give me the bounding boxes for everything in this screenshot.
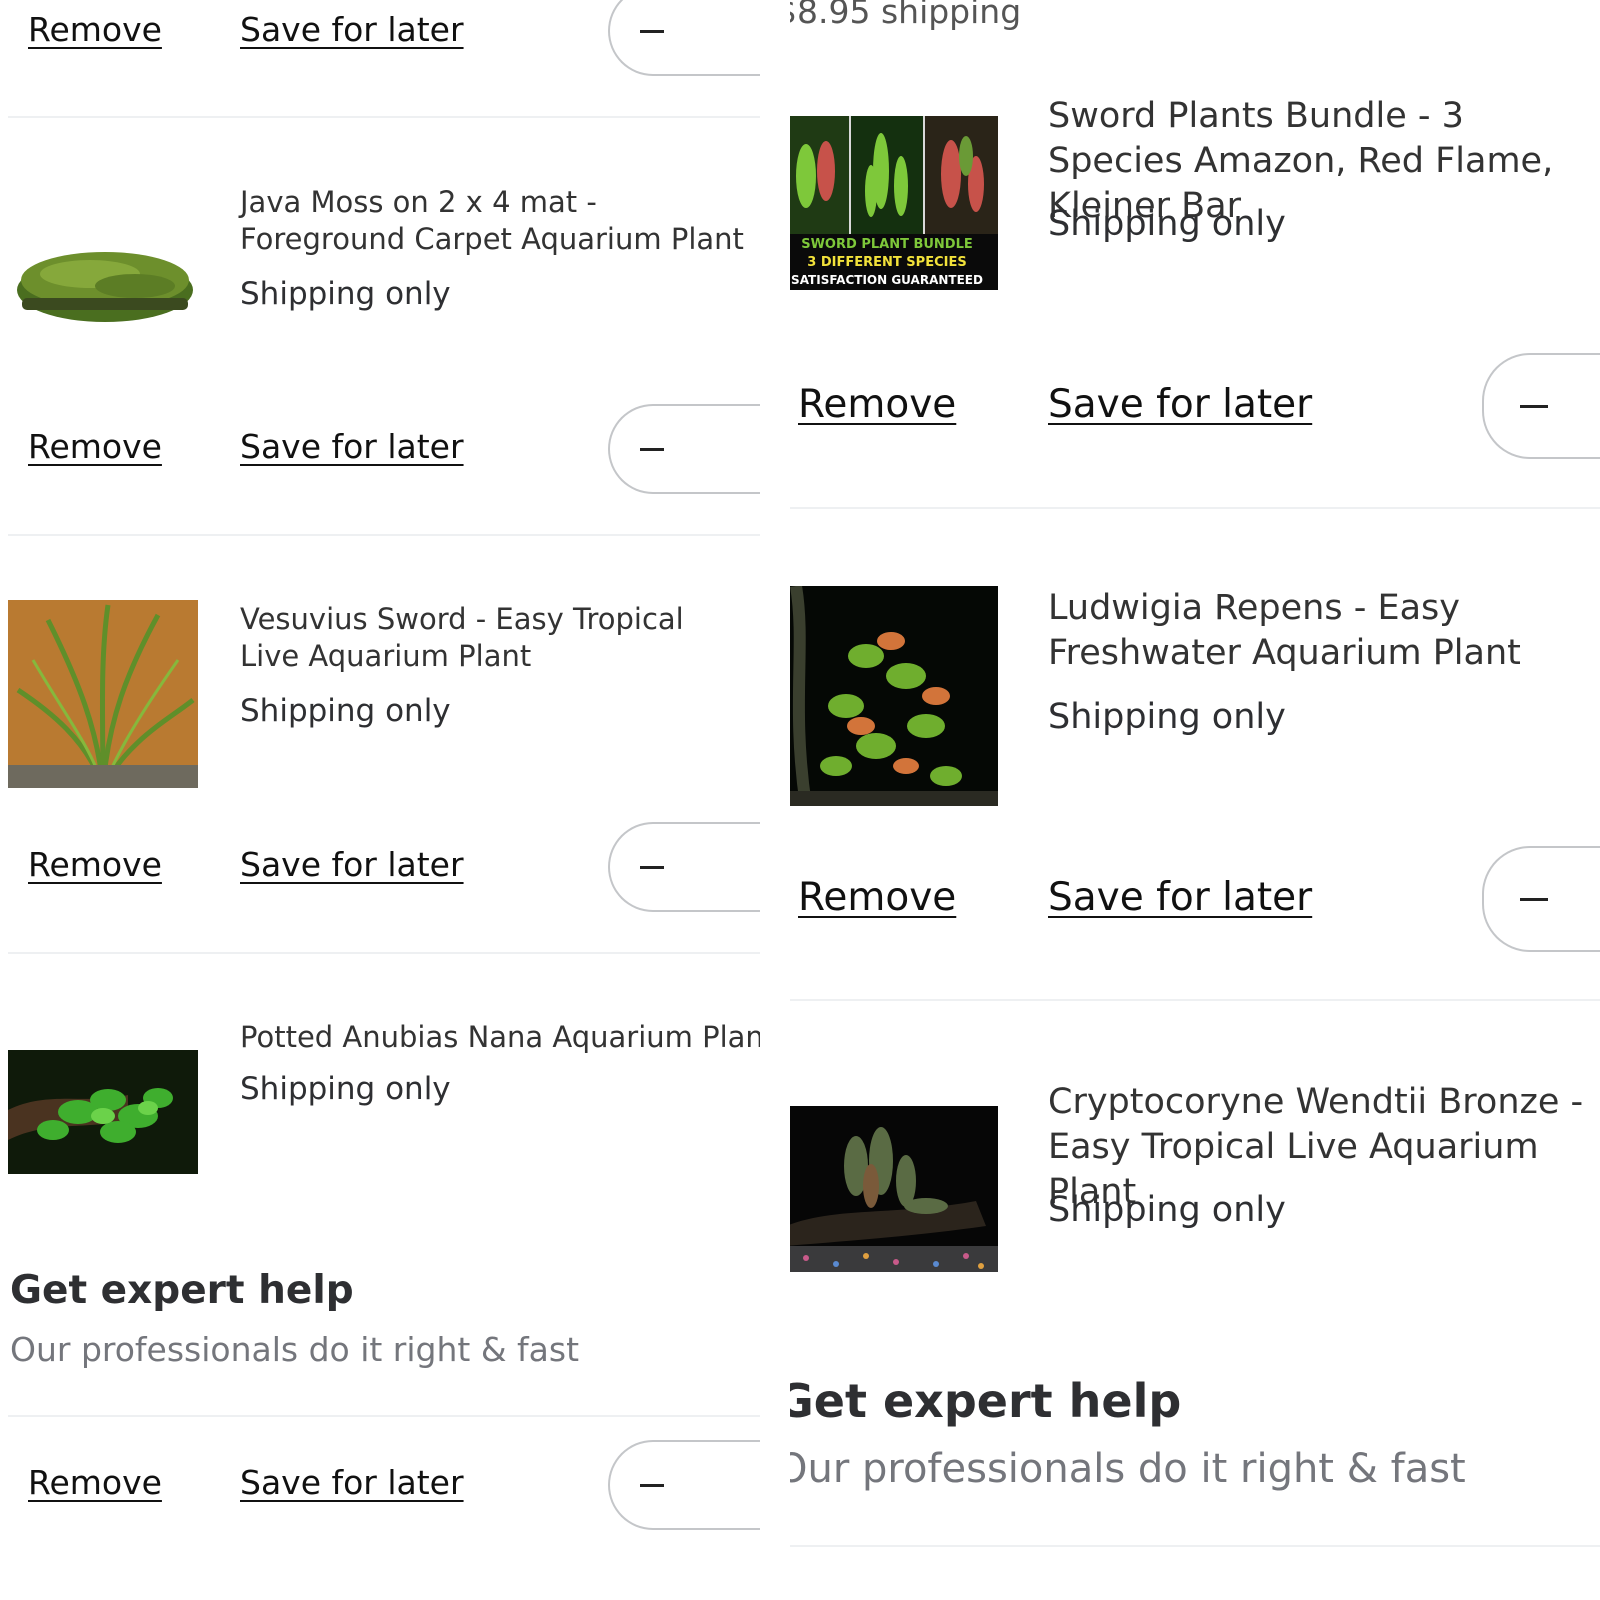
quantity-stepper[interactable]: [608, 822, 760, 912]
shipping-label: Shipping only: [240, 1071, 451, 1107]
cart-panel-left: Remove Save for later Java Moss on 2 x 4…: [0, 0, 760, 1537]
expert-help-heading: Get expert help: [790, 1374, 1182, 1428]
shipping-label: Shipping only: [240, 276, 451, 312]
save-for-later-link[interactable]: Save for later: [1048, 382, 1312, 427]
quantity-stepper[interactable]: [1482, 353, 1600, 459]
minus-icon[interactable]: [640, 1484, 664, 1487]
product-title[interactable]: Potted Anubias Nana Aquarium Plant: [240, 1019, 760, 1056]
shipping-fee: $8.95 shipping: [790, 0, 1022, 31]
divider: [790, 999, 1600, 1001]
save-for-later-link[interactable]: Save for later: [1048, 875, 1312, 920]
expert-help-heading: Get expert help: [10, 1268, 354, 1313]
quantity-stepper[interactable]: [608, 1440, 760, 1530]
image-caption: 3 DIFFERENT SPECIES: [807, 255, 966, 270]
shipping-label: Shipping only: [240, 693, 451, 729]
product-image-ludwigia-repens[interactable]: [790, 586, 998, 806]
image-caption: SATISFACTION GUARANTEED: [791, 273, 983, 287]
minus-icon[interactable]: [1520, 898, 1548, 901]
minus-icon[interactable]: [640, 30, 664, 33]
divider: [8, 952, 760, 954]
shipping-label: Shipping only: [1048, 697, 1286, 737]
divider: [790, 1545, 1600, 1547]
save-for-later-link[interactable]: Save for later: [240, 1463, 464, 1502]
divider: [790, 507, 1600, 509]
expert-help-subtitle: Our professionals do it right & fast: [10, 1330, 580, 1369]
product-image-vesuvius-sword[interactable]: [8, 600, 198, 788]
cart-panel-right: $8.95 shipping SWORD PLANT BUNDLE 3 DIFF…: [790, 0, 1600, 1600]
product-image-sword-bundle[interactable]: SWORD PLANT BUNDLE 3 DIFFERENT SPECIES S…: [790, 116, 998, 290]
divider: [8, 1415, 760, 1417]
remove-link[interactable]: Remove: [28, 1463, 162, 1502]
remove-link[interactable]: Remove: [28, 10, 162, 49]
quantity-stepper[interactable]: [608, 404, 760, 494]
save-for-later-link[interactable]: Save for later: [240, 10, 464, 49]
expert-help-subtitle: Our professionals do it right & fast: [790, 1446, 1466, 1492]
product-title[interactable]: Java Moss on 2 x 4 mat - Foreground Carp…: [240, 184, 750, 258]
remove-link[interactable]: Remove: [28, 427, 162, 466]
shipping-label: Shipping only: [1048, 204, 1286, 244]
quantity-stepper[interactable]: [1482, 846, 1600, 952]
save-for-later-link[interactable]: Save for later: [240, 845, 464, 884]
quantity-stepper[interactable]: [608, 0, 760, 76]
remove-link[interactable]: Remove: [28, 845, 162, 884]
remove-link[interactable]: Remove: [798, 382, 956, 427]
panel-gutter: [760, 0, 790, 1600]
divider: [8, 116, 760, 118]
product-image-anubias-nana[interactable]: [8, 1050, 198, 1174]
minus-icon[interactable]: [640, 866, 664, 869]
remove-link[interactable]: Remove: [798, 875, 956, 920]
save-for-later-link[interactable]: Save for later: [240, 427, 464, 466]
product-title[interactable]: Vesuvius Sword - Easy Tropical Live Aqua…: [240, 601, 750, 675]
product-title[interactable]: Ludwigia Repens - Easy Freshwater Aquari…: [1048, 586, 1600, 676]
product-image-java-moss[interactable]: [10, 228, 200, 328]
minus-icon[interactable]: [1520, 405, 1548, 408]
shipping-label: Shipping only: [1048, 1190, 1286, 1230]
minus-icon[interactable]: [640, 448, 664, 451]
divider: [8, 534, 760, 536]
product-image-cryptocoryne-wendtii[interactable]: [790, 1106, 998, 1272]
image-caption: SWORD PLANT BUNDLE: [801, 237, 973, 252]
product-title-text[interactable]: Ludwigia Repens - Easy Freshwater Aquari…: [1048, 586, 1600, 676]
